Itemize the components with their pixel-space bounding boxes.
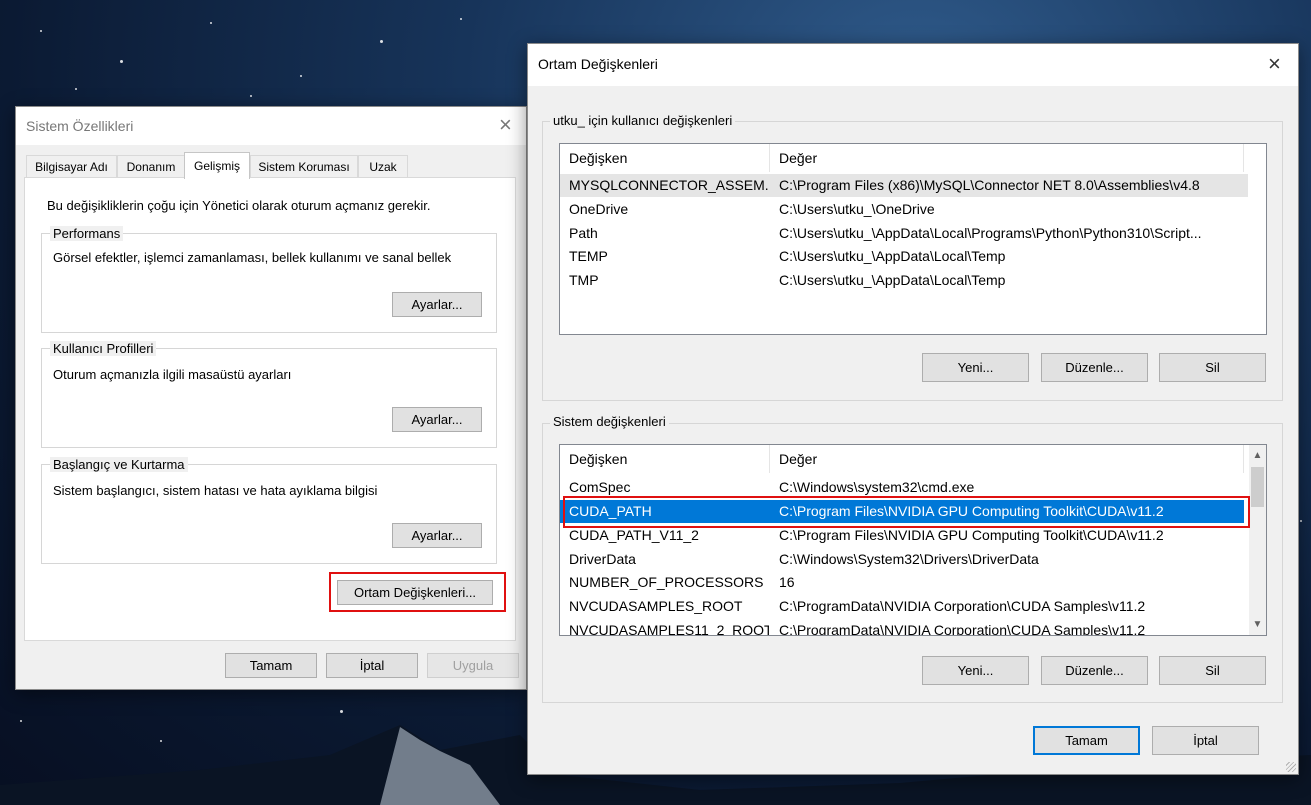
- variable-value: C:\Users\utku_\AppData\Local\Temp: [779, 248, 1006, 264]
- column-header-filler: [1244, 144, 1266, 172]
- column-header-variable[interactable]: Değişken: [560, 144, 770, 172]
- variable-value: C:\Windows\system32\cmd.exe: [779, 479, 975, 495]
- performance-label: Performans: [50, 226, 124, 241]
- variable-name: TEMP: [569, 248, 608, 264]
- cancel-button[interactable]: İptal: [1152, 726, 1259, 755]
- list-item[interactable]: NVCUDASAMPLES_ROOT C:\ProgramData\NVIDIA …: [560, 595, 1266, 618]
- variable-name: DriverData: [569, 551, 636, 567]
- admin-note: Bu değişikliklerin çoğu için Yönetici ol…: [47, 198, 431, 213]
- tab-label: Donanım: [126, 159, 176, 174]
- list-item[interactable]: OneDrive C:\Users\utku_\OneDrive: [560, 198, 1266, 221]
- close-icon[interactable]: ×: [499, 114, 512, 136]
- startup-recovery-group: [41, 464, 497, 564]
- variable-value: C:\Program Files\NVIDIA GPU Computing To…: [779, 527, 1164, 543]
- user-profiles-group: [41, 348, 497, 448]
- tab-advanced[interactable]: Gelişmiş: [184, 152, 250, 179]
- list-item[interactable]: NVCUDASAMPLES11_2_ROOT C:\ProgramData\NVI…: [560, 619, 1266, 636]
- tab-remote[interactable]: Uzak: [358, 155, 408, 177]
- list-item[interactable]: TMP C:\Users\utku_\AppData\Local\Temp: [560, 269, 1266, 292]
- apply-button[interactable]: Uygula: [427, 653, 519, 678]
- list-item[interactable]: MYSQLCONNECTOR_ASSEM... C:\Program Files …: [560, 174, 1248, 197]
- column-header-label: Değer: [779, 451, 818, 467]
- variable-value: C:\Windows\System32\Drivers\DriverData: [779, 551, 1039, 567]
- variable-value: C:\Users\utku_\OneDrive: [779, 201, 935, 217]
- performance-settings-button[interactable]: Ayarlar...: [392, 292, 482, 317]
- user-profiles-settings-button[interactable]: Ayarlar...: [392, 407, 482, 432]
- close-icon[interactable]: ×: [1268, 53, 1281, 75]
- tab-hardware[interactable]: Donanım: [117, 155, 185, 177]
- tab-computer-name[interactable]: Bilgisayar Adı: [26, 155, 117, 177]
- user-profiles-label: Kullanıcı Profilleri: [50, 341, 157, 356]
- variable-value: C:\ProgramData\NVIDIA Corporation\CUDA S…: [779, 598, 1146, 614]
- list-item[interactable]: NUMBER_OF_PROCESSORS 16: [560, 571, 1266, 594]
- variable-name: OneDrive: [569, 201, 629, 217]
- variable-name: NUMBER_OF_PROCESSORS: [569, 574, 764, 590]
- variable-value: C:\Program Files (x86)\MySQL\Connector N…: [779, 177, 1200, 193]
- variable-value: C:\Users\utku_\AppData\Local\Programs\Py…: [779, 225, 1202, 241]
- user-variables-list[interactable]: Değişken Değer MYSQLCONNECTOR_ASSEM... C:…: [559, 143, 1267, 335]
- variable-name: NVCUDASAMPLES_ROOT: [569, 598, 743, 614]
- column-header-variable[interactable]: Değişken: [560, 445, 770, 473]
- startup-recovery-description: Sistem başlangıcı, sistem hatası ve hata…: [53, 483, 378, 498]
- system-variables-list[interactable]: Değişken Değer ComSpec C:\Windows\system3…: [559, 444, 1267, 636]
- scroll-up-icon[interactable]: ▲: [1249, 447, 1266, 464]
- cancel-button[interactable]: İptal: [326, 653, 418, 678]
- startup-recovery-settings-button[interactable]: Ayarlar...: [392, 523, 482, 548]
- list-item[interactable]: Path C:\Users\utku_\AppData\Local\Program…: [560, 222, 1266, 245]
- variable-name: CUDA_PATH_V11_2: [569, 527, 699, 543]
- titlebar: Sistem Özellikleri ×: [16, 107, 526, 145]
- variable-name: TMP: [569, 272, 599, 288]
- startup-recovery-label: Başlangıç ve Kurtarma: [50, 457, 188, 472]
- tab-label: Bilgisayar Adı: [35, 159, 108, 174]
- list-item[interactable]: TEMP C:\Users\utku_\AppData\Local\Temp: [560, 245, 1266, 268]
- window-title: Sistem Özellikleri: [26, 118, 134, 134]
- tab-system-protection[interactable]: Sistem Koruması: [250, 155, 358, 177]
- variable-name: ComSpec: [569, 479, 631, 495]
- resize-grip[interactable]: [1286, 762, 1296, 772]
- variable-value: C:\Users\utku_\AppData\Local\Temp: [779, 272, 1006, 288]
- variable-value: 16: [779, 574, 795, 590]
- window-title: Ortam Değişkenleri: [538, 56, 658, 72]
- variable-name: MYSQLCONNECTOR_ASSEM...: [569, 177, 769, 193]
- system-new-button[interactable]: Yeni...: [922, 656, 1029, 685]
- tab-label: Uzak: [369, 159, 397, 174]
- user-delete-button[interactable]: Sil: [1159, 353, 1266, 382]
- vertical-scrollbar[interactable]: ▲ ▼: [1249, 445, 1266, 635]
- tab-label: Gelişmiş: [193, 159, 240, 173]
- variable-value: C:\ProgramData\NVIDIA Corporation\CUDA S…: [779, 622, 1146, 636]
- tab-label: Sistem Koruması: [258, 159, 350, 174]
- user-edit-button[interactable]: Düzenle...: [1041, 353, 1148, 382]
- ok-button[interactable]: Tamam: [1033, 726, 1140, 755]
- system-variables-label: Sistem değişkenleri: [550, 414, 669, 429]
- titlebar: Ortam Değişkenleri ×: [528, 44, 1298, 86]
- variable-name: Path: [569, 225, 598, 241]
- annotation-highlight: [563, 496, 1250, 528]
- annotation-highlight: [329, 572, 506, 612]
- column-header-value[interactable]: Değer: [770, 144, 1244, 172]
- user-profiles-description: Oturum açmanızla ilgili masaüstü ayarlar…: [53, 367, 292, 382]
- column-header-value[interactable]: Değer: [770, 445, 1244, 473]
- performance-group: [41, 233, 497, 333]
- column-header-label: Değişken: [569, 451, 628, 467]
- scroll-down-icon[interactable]: ▼: [1249, 616, 1266, 633]
- system-delete-button[interactable]: Sil: [1159, 656, 1266, 685]
- user-variables-label: utku_ için kullanıcı değişkenleri: [550, 113, 736, 128]
- system-edit-button[interactable]: Düzenle...: [1041, 656, 1148, 685]
- scrollbar-thumb[interactable]: [1251, 467, 1264, 507]
- column-header-label: Değişken: [569, 150, 628, 166]
- user-new-button[interactable]: Yeni...: [922, 353, 1029, 382]
- ok-button[interactable]: Tamam: [225, 653, 317, 678]
- list-item[interactable]: DriverData C:\Windows\System32\Drivers\Dr…: [560, 548, 1266, 571]
- variable-name: NVCUDASAMPLES11_2_ROOT: [569, 622, 769, 636]
- column-header-label: Değer: [779, 150, 818, 166]
- performance-description: Görsel efektler, işlemci zamanlaması, be…: [53, 250, 452, 265]
